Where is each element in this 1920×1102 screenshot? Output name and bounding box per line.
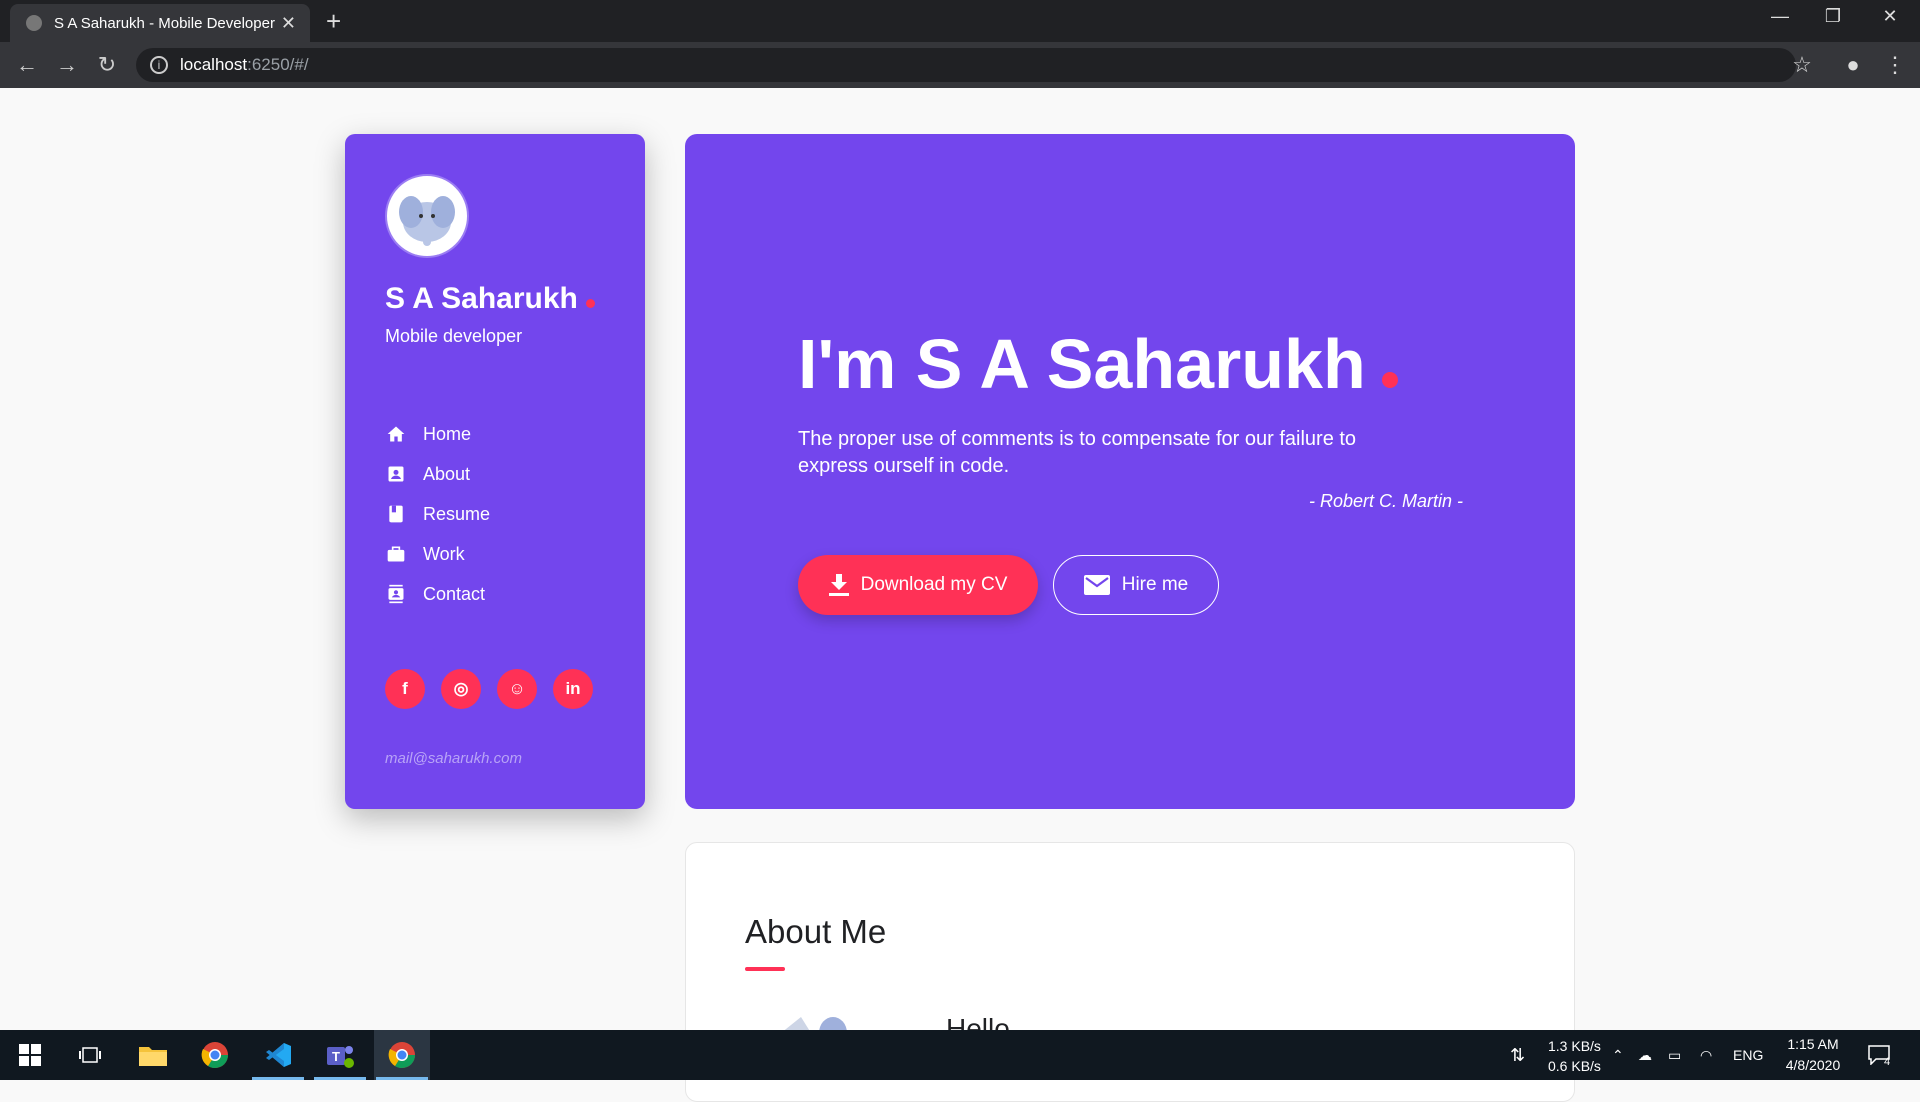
nav-item-contact[interactable]: Contact xyxy=(385,574,490,614)
nav-item-work[interactable]: Work xyxy=(385,534,490,574)
nav-label: Resume xyxy=(423,503,491,524)
sidebar-role: Mobile developer xyxy=(385,326,523,346)
account-box-icon xyxy=(385,463,407,485)
name-dot xyxy=(585,299,595,308)
restore-button[interactable]: ❐ xyxy=(1813,6,1853,27)
url-host: localhost xyxy=(180,55,248,74)
clock-date: 4/8/2020 xyxy=(1785,1057,1841,1073)
briefcase-icon xyxy=(385,543,407,565)
linkedin-icon[interactable]: in xyxy=(553,669,593,709)
close-window-button[interactable]: ✕ xyxy=(1870,6,1910,27)
site-info-icon[interactable]: i xyxy=(150,56,168,74)
battery-icon[interactable]: ▭ xyxy=(1668,1030,1681,1080)
hire-me-label: Hire me xyxy=(1121,574,1189,595)
download-cv-button[interactable]: Download my CV xyxy=(798,555,1038,615)
back-button[interactable]: ← xyxy=(12,52,42,78)
bookmark-star-icon[interactable]: ☆ xyxy=(1787,52,1817,78)
minimize-button[interactable]: — xyxy=(1760,6,1800,27)
facebook-icon[interactable]: f xyxy=(385,669,425,709)
clock[interactable]: 1:15 AM 4/8/2020 xyxy=(1778,1034,1848,1076)
nav-item-resume[interactable]: Resume xyxy=(385,494,490,534)
hero-title-text: I'm S A Saharukh xyxy=(798,325,1366,403)
wifi-icon[interactable]: ◠ xyxy=(1700,1030,1712,1080)
hire-me-button[interactable]: Hire me xyxy=(1053,555,1219,615)
hero-title-dot xyxy=(1381,372,1398,388)
menu-icon[interactable]: ⋮ xyxy=(1880,52,1910,78)
chrome-icon[interactable] xyxy=(187,1030,243,1080)
new-tab-button[interactable]: + xyxy=(326,6,341,37)
instagram-icon[interactable]: ◎ xyxy=(441,669,481,709)
clock-time: 1:15 AM xyxy=(1787,1036,1839,1052)
home-icon xyxy=(385,423,407,445)
hero-title: I'm S A Saharukh xyxy=(798,324,1398,404)
forward-button[interactable]: → xyxy=(52,52,82,78)
about-title-underline xyxy=(745,967,785,971)
network-speed: 1.3 KB/s 0.6 KB/s xyxy=(1548,1036,1601,1076)
chrome-active-icon[interactable] xyxy=(374,1030,430,1080)
social-links: f ◎ ☺ in xyxy=(385,669,593,709)
file-explorer-icon[interactable] xyxy=(125,1030,181,1080)
book-icon xyxy=(385,503,407,525)
show-hidden-icons-icon[interactable]: ⌃ xyxy=(1612,1030,1624,1080)
sidebar-nav: Home About Resume Work Contact xyxy=(385,414,490,614)
mail-icon xyxy=(1083,575,1110,595)
nav-label: Work xyxy=(423,543,465,564)
hero-quote-author: - Robert C. Martin - xyxy=(1308,491,1463,511)
profile-icon[interactable]: ● xyxy=(1838,52,1868,78)
net-up: 0.6 KB/s xyxy=(1548,1058,1601,1074)
browser-tab[interactable]: S A Saharukh - Mobile Developer ✕ xyxy=(10,4,310,42)
svg-text:T: T xyxy=(332,1049,340,1064)
address-bar[interactable]: i localhost:6250/#/ xyxy=(136,48,1796,82)
hero-quote: The proper use of comments is to compens… xyxy=(798,428,1357,477)
github-icon[interactable]: ☺ xyxy=(497,669,537,709)
sidebar-name-text: S A Saharukh xyxy=(385,282,578,315)
nav-label: About xyxy=(423,463,471,484)
sidebar-name: S A Saharukh xyxy=(385,282,595,316)
language-indicator[interactable]: ENG xyxy=(1733,1030,1763,1080)
teams-icon[interactable]: T xyxy=(312,1030,368,1080)
notification-center-icon[interactable]: 4 xyxy=(1868,1030,1890,1080)
url-path: :6250/#/ xyxy=(247,55,309,74)
profile-sidebar: S A Saharukh Mobile developer Home About… xyxy=(345,134,645,809)
tab-close-icon[interactable]: ✕ xyxy=(281,13,296,34)
sidebar-email[interactable]: mail@saharukh.com xyxy=(385,750,522,767)
vscode-icon[interactable] xyxy=(250,1030,306,1080)
contacts-icon xyxy=(385,583,407,605)
net-down: 1.3 KB/s xyxy=(1548,1038,1601,1054)
nav-label: Contact xyxy=(423,583,486,604)
notification-count: 4 xyxy=(1884,1056,1891,1068)
avatar xyxy=(385,174,469,258)
network-speed-icon: ⇅ xyxy=(1510,1044,1526,1065)
about-title: About Me xyxy=(745,913,887,950)
download-icon xyxy=(828,574,849,596)
tab-favicon-icon xyxy=(26,15,42,31)
nav-item-home[interactable]: Home xyxy=(385,414,490,454)
task-view-button[interactable] xyxy=(62,1030,118,1080)
tab-title: S A Saharukh - Mobile Developer xyxy=(54,14,275,32)
onedrive-icon[interactable]: ☁ xyxy=(1638,1030,1652,1080)
nav-label: Home xyxy=(423,423,472,444)
download-cv-label: Download my CV xyxy=(860,574,1008,595)
reload-button[interactable]: ↻ xyxy=(92,52,122,78)
nav-item-about[interactable]: About xyxy=(385,454,490,494)
start-button[interactable] xyxy=(2,1030,58,1080)
hero-section: I'm S A Saharukh The proper use of comme… xyxy=(685,134,1575,809)
